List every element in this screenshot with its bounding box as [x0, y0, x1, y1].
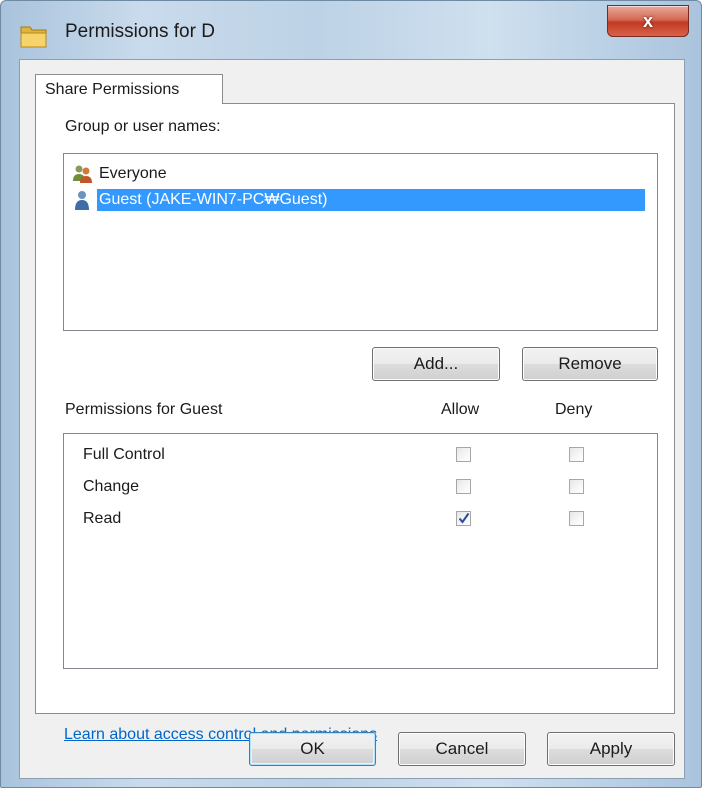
- user-name: Guest (JAKE-WIN7-PC₩Guest): [97, 189, 645, 211]
- cancel-button[interactable]: Cancel: [398, 732, 526, 766]
- close-button[interactable]: x: [607, 5, 689, 37]
- list-item-guest[interactable]: Guest (JAKE-WIN7-PC₩Guest): [71, 188, 645, 212]
- title-bar[interactable]: Permissions for D x: [1, 1, 701, 63]
- group-or-user-names-label: Group or user names:: [65, 118, 221, 135]
- permission-row-change: Change: [83, 475, 643, 501]
- change-deny-checkbox[interactable]: [569, 479, 584, 494]
- permissions-for-label: Permissions for Guest: [65, 401, 223, 418]
- allow-column-header: Allow: [441, 401, 480, 418]
- add-button[interactable]: Add...: [372, 347, 500, 381]
- share-permissions-panel: Group or user names: Everyone Guest (JAK…: [35, 103, 675, 743]
- permission-name: Read: [83, 510, 122, 527]
- user-icon: [71, 189, 93, 211]
- user-list[interactable]: Everyone Guest (JAKE-WIN7-PC₩Guest): [63, 153, 658, 331]
- permission-row-full-control: Full Control: [83, 443, 643, 469]
- dialog-client-area: Share Permissions Group or user names: E…: [19, 59, 685, 779]
- folder-icon: [19, 23, 49, 49]
- window-title: Permissions for D: [65, 21, 215, 42]
- permission-name: Full Control: [83, 446, 165, 463]
- read-deny-checkbox[interactable]: [569, 511, 584, 526]
- permissions-dialog: Permissions for D x Share Permissions Gr…: [0, 0, 702, 788]
- permission-name: Change: [83, 478, 140, 495]
- read-allow-checkbox[interactable]: [456, 511, 471, 526]
- user-name: Everyone: [99, 165, 167, 182]
- permissions-list: Full Control Change Read: [63, 433, 658, 669]
- deny-column-header: Deny: [555, 401, 593, 418]
- close-icon: x: [642, 10, 653, 31]
- apply-button[interactable]: Apply: [547, 732, 675, 766]
- tab-share-permissions[interactable]: Share Permissions: [35, 74, 223, 104]
- permission-row-read: Read: [83, 507, 643, 533]
- checkmark-icon: [458, 512, 470, 524]
- change-allow-checkbox[interactable]: [456, 479, 471, 494]
- remove-button[interactable]: Remove: [522, 347, 658, 381]
- full-control-deny-checkbox[interactable]: [569, 447, 584, 462]
- list-item-everyone[interactable]: Everyone: [71, 162, 171, 186]
- group-users-icon: [71, 163, 93, 185]
- full-control-allow-checkbox[interactable]: [456, 447, 471, 462]
- ok-button[interactable]: OK: [249, 732, 376, 766]
